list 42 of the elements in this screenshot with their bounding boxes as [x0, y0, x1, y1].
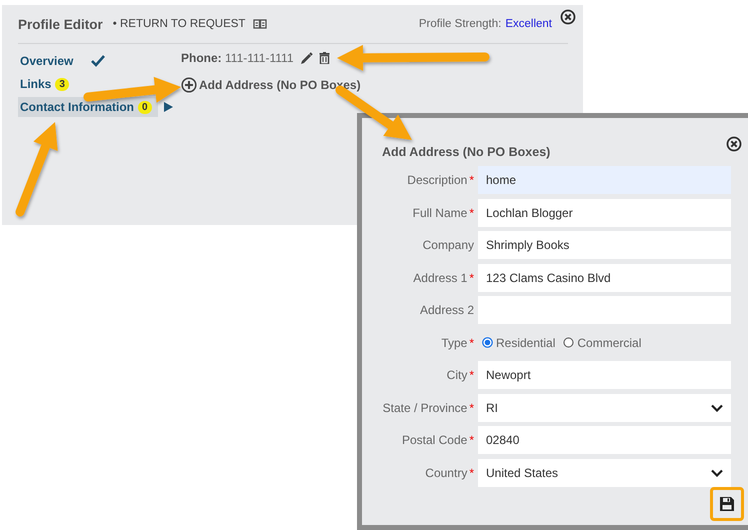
field-label: State / Province * [382, 400, 474, 414]
input-field[interactable]: 123 Clams Casino Blvd [478, 264, 731, 292]
input-field[interactable]: home [478, 166, 731, 194]
field-label: Company [422, 238, 474, 252]
nav-item[interactable]: Links 3 [18, 74, 71, 94]
floppy-icon [719, 496, 735, 512]
input-field[interactable]: Newoprt [478, 361, 731, 389]
select-field[interactable]: United States [478, 458, 731, 486]
phone-text: Phone: 111-111-1111 [181, 51, 294, 65]
field-label: Type * [441, 336, 474, 350]
dialog-title: Add Address (No PO Boxes) [382, 145, 550, 159]
field-label: Description * [407, 173, 474, 187]
radio-label[interactable]: Commercial [577, 336, 642, 350]
field-label: Address 1 * [413, 270, 474, 284]
trash-icon[interactable] [318, 52, 330, 64]
return-link[interactable]: • RETURN TO REQUEST [112, 18, 246, 30]
field-label: City * [446, 368, 474, 382]
chevron-down-icon[interactable] [711, 404, 723, 412]
close-icon[interactable] [726, 136, 742, 152]
field-label: Address 2 [420, 303, 474, 317]
nav-item[interactable]: Contact Information 0 [18, 97, 158, 117]
input-field[interactable]: Shrimply Books [478, 231, 731, 259]
close-icon[interactable] [560, 9, 576, 25]
radio-button[interactable] [563, 337, 574, 348]
field-label: Country * [425, 466, 474, 480]
strength-label: Profile Strength: Excellent [418, 18, 552, 30]
save-button[interactable] [710, 487, 744, 521]
check-icon [91, 55, 106, 67]
nav-item[interactable]: Overview [18, 51, 76, 71]
triangle-icon [164, 102, 173, 112]
input-field[interactable]: Lochlan Blogger [478, 198, 731, 226]
book-icon[interactable] [253, 19, 268, 29]
field-label: Postal Code * [402, 433, 474, 447]
edit-icon[interactable] [300, 52, 313, 64]
panel-title: Profile Editor [18, 16, 103, 32]
radio-button[interactable] [482, 337, 493, 348]
chevron-down-icon[interactable] [711, 468, 723, 476]
radio-label[interactable]: Residential [496, 336, 556, 350]
plus-circle-icon[interactable] [181, 77, 197, 93]
input-field[interactable]: 02840 [478, 426, 731, 454]
select-field[interactable]: RI [478, 394, 731, 422]
field-label: Full Name * [412, 206, 474, 220]
